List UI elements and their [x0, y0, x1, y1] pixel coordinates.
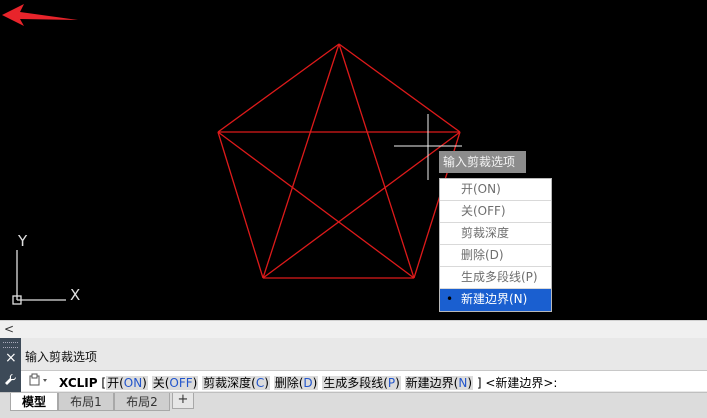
- pentagon-edge: [217, 131, 264, 279]
- command-suffix: ] <新建边界>:: [476, 376, 558, 390]
- command-input-line[interactable]: XCLIP [开(ON) 关(OFF) 剪裁深度(C) 删除(D) 生成多段线(…: [21, 370, 707, 391]
- menu-item-clip-depth[interactable]: 剪裁深度: [440, 223, 551, 245]
- cmd-option-delete[interactable]: 删除(D): [273, 376, 319, 390]
- menu-item-off[interactable]: 关(OFF): [440, 201, 551, 223]
- wrench-icon[interactable]: [4, 373, 17, 391]
- star-edge: [217, 131, 415, 279]
- menu-item-on[interactable]: 开(ON): [440, 179, 551, 201]
- star-edge: [338, 43, 415, 279]
- grip-icon[interactable]: [3, 342, 18, 348]
- cmd-option-off[interactable]: 关(OFF): [151, 376, 199, 390]
- command-prompt: XCLIP [开(ON) 关(OFF) 剪裁深度(C) 删除(D) 生成多段线(…: [59, 376, 558, 390]
- star: [217, 43, 461, 279]
- add-layout-button[interactable]: +: [172, 393, 194, 409]
- prompt-tooltip: 输入剪裁选项: [439, 151, 526, 173]
- annotation-arrow-icon: [2, 4, 78, 26]
- pentagon: [217, 43, 461, 279]
- menu-item-generate-polyline[interactable]: 生成多段线(P): [440, 267, 551, 289]
- layout-tabs: 模型 布局1 布局2 +: [0, 392, 707, 418]
- scroll-left-icon[interactable]: <: [4, 321, 14, 337]
- star-edge: [262, 43, 340, 279]
- cmd-option-clip-depth[interactable]: 剪裁深度(C): [202, 376, 270, 390]
- drawing-canvas[interactable]: Y X 输入剪裁选项 开(ON) 关(OFF) 剪裁深度 删除(D) 生成多段线…: [0, 0, 707, 320]
- pentagon-edge: [338, 43, 461, 133]
- menu-item-delete[interactable]: 删除(D): [440, 245, 551, 267]
- command-history-line: 输入剪裁选项: [25, 350, 98, 364]
- command-icon[interactable]: [28, 373, 50, 391]
- tab-model[interactable]: 模型: [10, 393, 58, 411]
- cmd-option-on[interactable]: 开(ON): [106, 376, 148, 390]
- pentagon-edge: [217, 43, 340, 133]
- command-window: × 输入剪裁选项 XCLIP [开(ON) 关(OFF) 剪裁深度(C) 删除(…: [0, 338, 707, 392]
- cmd-option-polyline[interactable]: 生成多段线(P): [322, 376, 401, 390]
- star-edge: [262, 131, 461, 279]
- selected-bullet-icon: •: [446, 292, 454, 306]
- horizontal-scrollbar[interactable]: <: [0, 320, 707, 338]
- command-window-gutter: ×: [0, 338, 21, 392]
- close-icon[interactable]: ×: [5, 350, 17, 366]
- drawing-svg: [12, 43, 462, 305]
- tab-layout1[interactable]: 布局1: [58, 393, 114, 411]
- command-name: XCLIP: [59, 376, 98, 390]
- tab-layout2[interactable]: 布局2: [114, 393, 170, 411]
- option-menu: 开(ON) 关(OFF) 剪裁深度 删除(D) 生成多段线(P) • 新建边界(…: [439, 178, 552, 312]
- cmd-option-new-boundary[interactable]: 新建边界(N): [404, 376, 473, 390]
- menu-item-new-boundary[interactable]: • 新建边界(N): [440, 289, 551, 311]
- ucs-icon: [12, 250, 66, 305]
- ucs-y-label: Y: [18, 232, 28, 250]
- ucs-x-label: X: [70, 286, 81, 304]
